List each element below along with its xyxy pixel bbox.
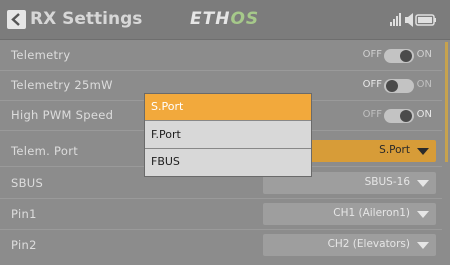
telem-port-label: Telem. Port: [11, 144, 79, 158]
sbus-value: SBUS-16: [364, 176, 410, 188]
signal-icon: [390, 13, 401, 26]
logo-accent: OS: [230, 9, 260, 29]
pin2-label: Pin2: [11, 238, 37, 252]
back-button[interactable]: [7, 10, 26, 29]
option-label: F.Port: [151, 128, 181, 141]
scrollbar[interactable]: [445, 42, 448, 162]
pin2-select[interactable]: CH2 (Elevators): [263, 234, 436, 256]
toggle-track: [384, 49, 414, 63]
high-pwm-speed-toggle[interactable]: OFF ON: [342, 108, 432, 124]
toggle-track: [384, 109, 414, 123]
row-divider: [0, 229, 442, 230]
telemetry-label: Telemetry: [11, 48, 71, 62]
toggle-on-label: ON: [416, 49, 432, 60]
pin1-select[interactable]: CH1 (Aileron1): [263, 203, 436, 225]
header-bar: RX Settings ETHOS: [0, 0, 450, 40]
pin2-value: CH2 (Elevators): [327, 238, 410, 250]
logo-main: ETH: [190, 9, 231, 29]
rx-settings-screen: RX Settings ETHOS Telemetry OFF ON Telem…: [0, 0, 450, 265]
ethos-logo: ETHOS: [190, 9, 259, 29]
telemetry-25mw-label: Telemetry 25mW: [11, 78, 113, 92]
status-icons: [388, 12, 438, 28]
toggle-off-label: OFF: [362, 49, 382, 60]
toggle-on-label: ON: [416, 109, 432, 120]
telemetry-25mw-toggle[interactable]: OFF ON: [342, 78, 432, 94]
telem-port-popup: S.Port F.Port FBUS: [144, 93, 312, 177]
telem-port-value: S.Port: [379, 144, 410, 156]
option-f-port[interactable]: F.Port: [145, 122, 311, 149]
toggle-off-label: OFF: [362, 109, 382, 120]
option-s-port[interactable]: S.Port: [145, 94, 311, 121]
toggle-knob: [400, 50, 412, 62]
pin1-label: Pin1: [11, 207, 37, 221]
row-pin1: Pin1 CH1 (Aileron1): [0, 200, 442, 230]
row-telemetry: Telemetry OFF ON: [0, 41, 442, 71]
speaker-icon: [405, 13, 413, 27]
telemetry-toggle[interactable]: OFF ON: [342, 48, 432, 64]
option-label: S.Port: [151, 100, 184, 113]
row-pin2: Pin2 CH2 (Elevators): [0, 231, 442, 261]
option-label: FBUS: [151, 155, 180, 168]
toggle-track: [384, 79, 414, 93]
toggle-off-label: OFF: [362, 79, 382, 90]
toggle-knob: [386, 80, 398, 92]
pin1-value: CH1 (Aileron1): [333, 207, 410, 219]
row-divider: [0, 198, 442, 199]
battery-icon: [415, 14, 436, 26]
dropdown-arrow-icon: [417, 180, 429, 187]
dropdown-arrow-icon: [417, 148, 429, 155]
chevron-left-icon: [11, 13, 20, 26]
toggle-on-label: ON: [416, 79, 432, 90]
option-fbus[interactable]: FBUS: [145, 149, 311, 176]
high-pwm-speed-label: High PWM Speed: [11, 108, 114, 122]
sbus-label: SBUS: [11, 176, 44, 190]
toggle-knob: [400, 110, 412, 122]
dropdown-arrow-icon: [417, 211, 429, 218]
page-title: RX Settings: [30, 9, 143, 29]
dropdown-arrow-icon: [417, 242, 429, 249]
option-divider: [145, 120, 311, 121]
